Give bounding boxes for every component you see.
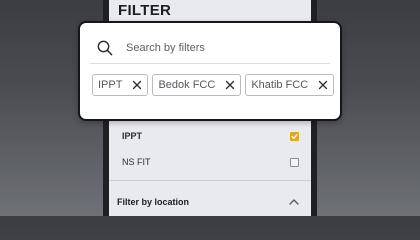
filter-chip-khatib-fcc[interactable]: Khatib FCC xyxy=(245,74,335,96)
checkbox-unchecked[interactable] xyxy=(290,157,299,167)
chip-label: IPPT xyxy=(98,79,123,91)
filter-chip-ippt[interactable]: IPPT xyxy=(92,74,149,96)
search-icon xyxy=(96,39,114,57)
divider xyxy=(109,180,311,181)
divider xyxy=(90,63,330,64)
chip-label: Bedok FCC xyxy=(158,79,216,91)
close-icon[interactable] xyxy=(318,80,328,90)
filter-option-label: NS FIT xyxy=(122,157,151,167)
filter-option-label: IPPT xyxy=(122,131,143,141)
checkmark-icon xyxy=(291,133,298,139)
close-icon[interactable] xyxy=(225,80,235,90)
search-filter-card: IPPT Bedok FCC Khatib FCC xyxy=(78,21,342,121)
close-icon[interactable] xyxy=(132,80,142,90)
filter-option-ns-fit[interactable]: NS FIT xyxy=(109,150,311,174)
filter-chip-bedok-fcc[interactable]: Bedok FCC xyxy=(152,74,242,96)
search-input[interactable] xyxy=(124,41,308,55)
checkbox-checked[interactable] xyxy=(290,131,299,141)
search-bar[interactable] xyxy=(94,35,326,61)
panel-title: FILTER xyxy=(118,2,172,19)
chip-label: Khatib FCC xyxy=(251,79,309,91)
filter-option-ippt[interactable]: IPPT xyxy=(109,124,311,148)
filter-by-location-header[interactable]: Filter by location xyxy=(109,190,311,214)
chevron-up-icon[interactable] xyxy=(289,197,299,207)
section-label: Filter by location xyxy=(117,197,190,207)
selected-filter-chips: IPPT Bedok FCC Khatib FCC xyxy=(92,74,335,96)
